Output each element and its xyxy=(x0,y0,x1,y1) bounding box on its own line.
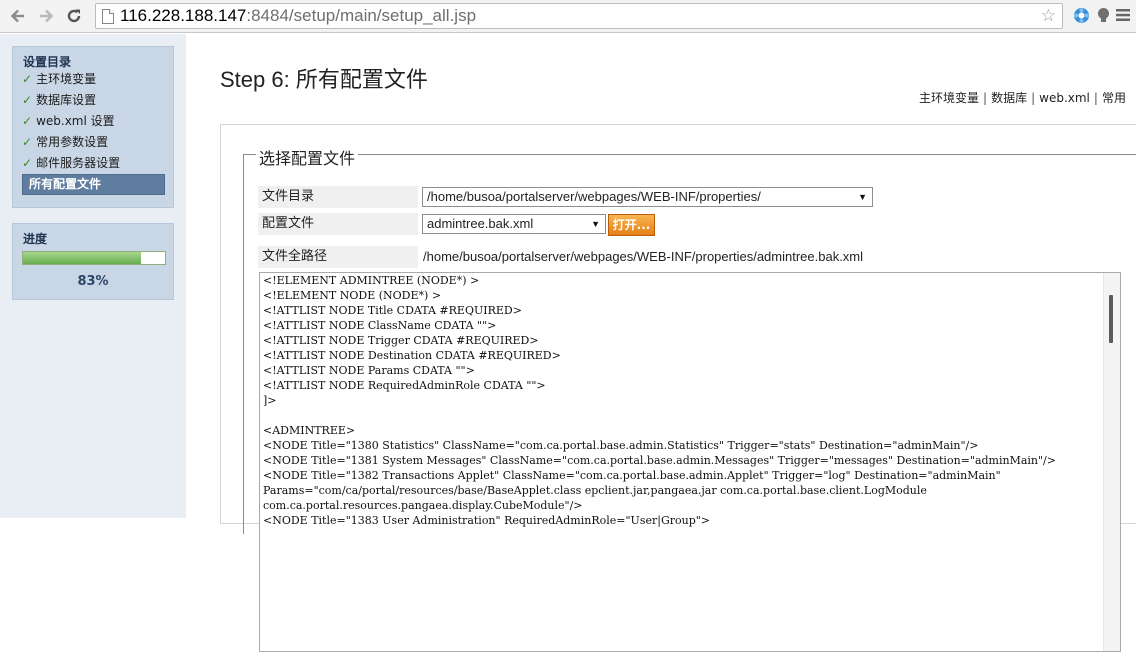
browser-toolbar: 116.228.188.147:8484/setup/main/setup_al… xyxy=(0,0,1136,33)
scrollbar-thumb[interactable] xyxy=(1109,295,1113,343)
forward-icon xyxy=(40,9,54,23)
step-label: 邮件服务器设置 xyxy=(36,156,121,170)
step-label: 数据库设置 xyxy=(36,93,97,107)
step-item-all-config-files[interactable]: 所有配置文件 xyxy=(22,174,165,195)
quick-link-main-env[interactable]: 主环境变量 xyxy=(919,91,979,105)
dir-label: 文件目录 xyxy=(258,186,418,208)
bookmark-star-icon[interactable]: ☆ xyxy=(1041,6,1056,26)
progress-panel-title: 进度 xyxy=(23,232,48,246)
address-bar[interactable]: 116.228.188.147:8484/setup/main/setup_al… xyxy=(95,3,1063,29)
step-label: 常用参数设置 xyxy=(36,135,109,149)
file-select-value: admintree.bak.xml xyxy=(427,216,534,231)
progress-bar xyxy=(22,251,166,265)
menu-icon[interactable] xyxy=(1114,6,1132,24)
progress-panel: 进度 83% xyxy=(12,223,174,300)
dropdown-arrow-icon: ▼ xyxy=(858,192,867,202)
dir-select[interactable]: /home/busoa/portalserver/webpages/WEB-IN… xyxy=(422,187,873,207)
back-button[interactable] xyxy=(7,5,29,27)
fieldset-legend: 选择配置文件 xyxy=(256,145,359,169)
config-box: 选择配置文件 文件目录 /home/busoa/portalserver/web… xyxy=(220,124,1136,652)
setup-steps-panel: 设置目录 ✓ 主环境变量 ✓ 数据库设置 ✓ web.xml 设置 ✓ 常用参数设置 ✓… xyxy=(12,46,174,208)
vertical-scrollbar[interactable] xyxy=(1103,273,1120,651)
quick-link-database[interactable]: 数据库 xyxy=(991,91,1027,105)
extension-bulb-icon[interactable] xyxy=(1094,6,1112,24)
dropdown-arrow-icon: ▼ xyxy=(591,219,600,229)
fullpath-value: /home/busoa/portalserver/webpages/WEB-IN… xyxy=(423,249,864,264)
quick-links: 主环境变量 | 数据库 | web.xml | 常用 xyxy=(919,91,1126,105)
fullpath-label: 文件全路径 xyxy=(258,246,418,268)
open-button[interactable]: 打开... xyxy=(608,214,655,236)
step-item-webxml[interactable]: ✓ web.xml 设置 xyxy=(13,111,173,132)
check-icon: ✓ xyxy=(22,93,33,107)
file-select[interactable]: admintree.bak.xml ▼ xyxy=(422,214,606,234)
reload-button[interactable] xyxy=(63,5,85,27)
back-icon xyxy=(10,9,24,23)
file-content-text: <!ELEMENT ADMINTREE (NODE*) > <!ELEMENT … xyxy=(263,274,1056,527)
main-content: Step 6: 所有配置文件 主环境变量 | 数据库 | web.xml | 常用 选择配置… xyxy=(186,34,1136,652)
check-icon: ✓ xyxy=(22,114,33,128)
step-label: web.xml 设置 xyxy=(36,114,115,128)
quick-link-webxml[interactable]: web.xml xyxy=(1039,91,1090,105)
dir-select-value: /home/busoa/portalserver/webpages/WEB-IN… xyxy=(427,189,761,204)
url-path: :8484/setup/main/setup_all.jsp xyxy=(246,6,477,25)
forward-button[interactable] xyxy=(35,5,57,27)
step-item-common-params[interactable]: ✓ 常用参数设置 xyxy=(13,132,173,153)
extension-flower-icon[interactable] xyxy=(1072,6,1090,24)
step-item-mail-server[interactable]: ✓ 邮件服务器设置 xyxy=(13,153,173,174)
step-item-main-env[interactable]: ✓ 主环境变量 xyxy=(13,69,173,90)
reload-icon xyxy=(67,9,81,23)
step-label: 主环境变量 xyxy=(36,72,97,86)
url-text: 116.228.188.147:8484/setup/main/setup_al… xyxy=(120,6,476,26)
progress-percent: 83% xyxy=(77,274,109,289)
file-label: 配置文件 xyxy=(258,213,418,235)
check-icon: ✓ xyxy=(22,72,33,86)
step-item-database[interactable]: ✓ 数据库设置 xyxy=(13,90,173,111)
file-content-editor[interactable]: <!ELEMENT ADMINTREE (NODE*) > <!ELEMENT … xyxy=(259,272,1121,652)
check-icon: ✓ xyxy=(22,135,33,149)
progress-fill xyxy=(23,252,141,264)
quick-link-common[interactable]: 常用 xyxy=(1102,91,1126,105)
page-title: Step 6: 所有配置文件 xyxy=(220,67,428,92)
page-icon xyxy=(102,9,114,24)
sidebar: 设置目录 ✓ 主环境变量 ✓ 数据库设置 ✓ web.xml 设置 ✓ 常用参数设置 ✓… xyxy=(0,34,186,518)
check-icon: ✓ xyxy=(22,156,33,170)
steps-panel-title: 设置目录 xyxy=(23,55,72,69)
url-host: 116.228.188.147 xyxy=(120,6,247,25)
